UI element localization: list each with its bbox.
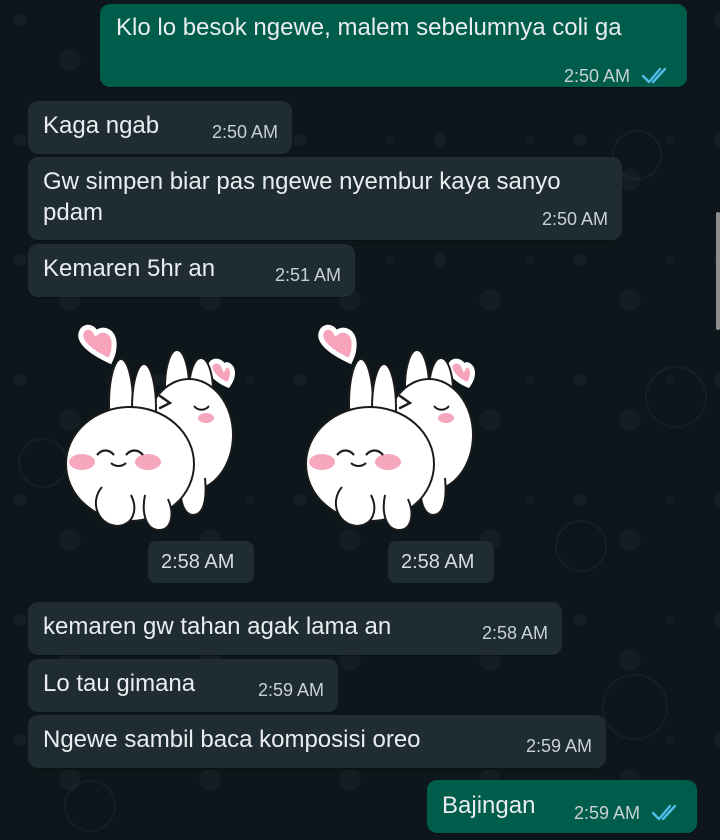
message-bubble-incoming[interactable]: Kaga ngab 2:50 AM <box>28 101 292 154</box>
message-bubble-incoming[interactable]: kemaren gw tahan agak lama an 2:58 AM <box>28 602 562 655</box>
sticker-message[interactable] <box>284 317 494 537</box>
message-text: Kemaren 5hr an <box>43 255 216 282</box>
message-time: 2:58 AM <box>481 623 548 643</box>
message-time: 2:59 AM <box>573 803 640 823</box>
message-time: 2:58 AM <box>161 551 235 573</box>
message-time: 2:50 AM <box>211 122 278 142</box>
read-receipt-icon <box>641 67 667 84</box>
sticker-timestamp: 2:58 AM <box>388 541 494 583</box>
message-time: 2:50 AM <box>563 66 630 86</box>
message-bubble-incoming[interactable]: Lo tau gimana 2:59 AM <box>28 659 338 712</box>
message-bubble-incoming[interactable]: Kemaren 5hr an 2:51 AM <box>28 244 355 297</box>
message-text: Klo lo besok ngewe, malem sebelumnya col… <box>116 14 622 41</box>
message-time: 2:58 AM <box>401 551 475 573</box>
read-receipt-icon <box>651 804 677 821</box>
message-bubble-outgoing[interactable]: Bajingan 2:59 AM <box>427 780 697 833</box>
message-meta: 2:59 AM <box>574 803 683 822</box>
sticker-timestamp: 2:58 AM <box>148 541 254 583</box>
message-text: Ngewe sambil baca komposisi oreo <box>43 726 421 753</box>
message-time: 2:59 AM <box>525 736 592 756</box>
sticker-message[interactable] <box>44 317 254 537</box>
message-bubble-outgoing[interactable]: Klo lo besok ngewe, malem sebelumnya col… <box>100 4 687 87</box>
message-text: Gw simpen biar pas ngewe nyembur kaya sa… <box>43 168 561 226</box>
bunny-hug-sticker-icon <box>65 324 235 532</box>
message-text: Bajingan <box>442 792 536 819</box>
bunny-hug-sticker-icon <box>305 324 475 532</box>
message-text: Kaga ngab <box>43 112 160 139</box>
message-text: Lo tau gimana <box>43 670 196 697</box>
message-time: 2:51 AM <box>274 265 341 285</box>
message-meta: 2:50 AM <box>564 66 673 85</box>
message-text: kemaren gw tahan agak lama an <box>43 613 392 640</box>
message-bubble-incoming[interactable]: Gw simpen biar pas ngewe nyembur kaya sa… <box>28 157 622 240</box>
message-time: 2:59 AM <box>257 680 324 700</box>
message-bubble-incoming[interactable]: Ngewe sambil baca komposisi oreo 2:59 AM <box>28 715 606 768</box>
scroll-indicator[interactable] <box>716 212 720 330</box>
message-time: 2:50 AM <box>541 209 608 229</box>
